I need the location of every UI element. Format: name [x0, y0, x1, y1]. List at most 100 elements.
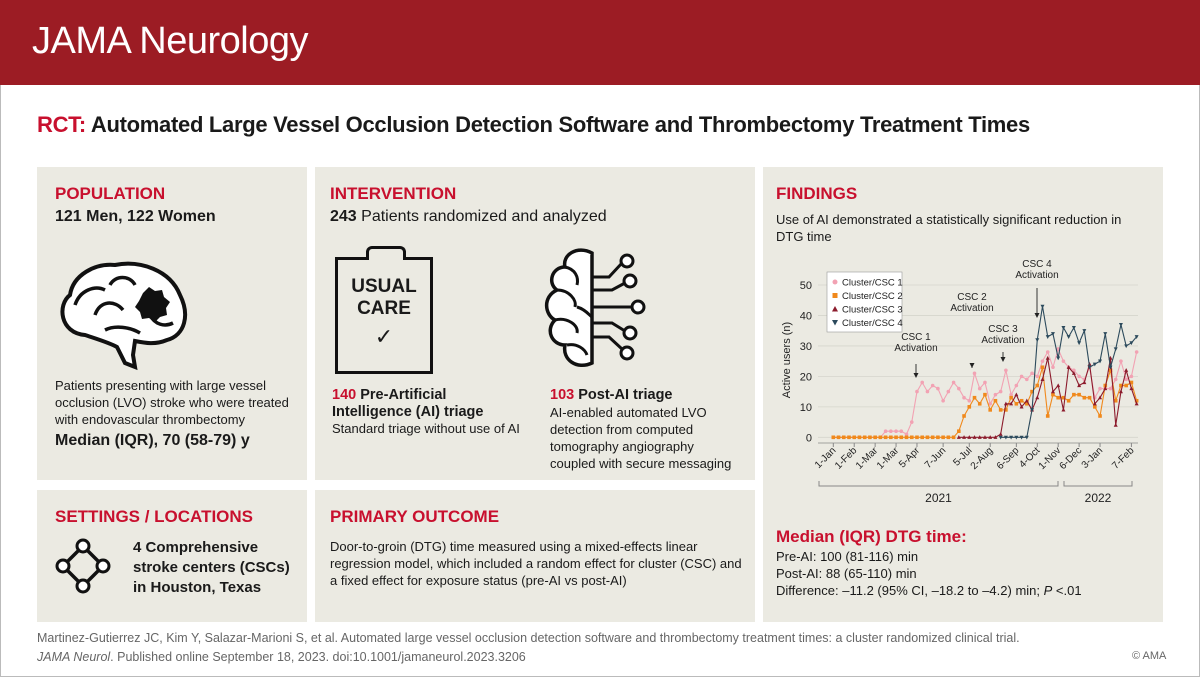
annotation-line1: CSC 1: [901, 332, 931, 343]
data-point: [1014, 383, 1019, 388]
data-point: [1082, 380, 1087, 385]
data-point: [977, 386, 982, 391]
data-point: [1051, 365, 1055, 370]
y-tick-label: 40: [800, 310, 812, 322]
annotation-arrowhead: [913, 373, 919, 378]
post-ai-count: 103: [550, 387, 575, 403]
data-point: [1040, 359, 1045, 363]
randomized-count: 243: [330, 208, 357, 225]
annotation-line1: CSC 2: [957, 292, 987, 303]
data-point: [1019, 398, 1024, 403]
data-point: [1066, 398, 1071, 403]
data-point: [998, 432, 1003, 436]
data-point: [915, 389, 919, 394]
data-point: [1124, 377, 1128, 382]
data-point: [1009, 395, 1013, 400]
brain-with-lesion-icon: [60, 261, 188, 371]
settings-heading: SETTINGS / LOCATIONS: [55, 507, 254, 526]
dtg-heading: Median (IQR) DTG time:: [776, 527, 967, 546]
title-main: Automated Large Vessel Occlusion Detecti…: [90, 112, 1030, 137]
year-bracket: [818, 481, 1059, 487]
x-tick-label: 2-Aug: [969, 445, 996, 472]
network-nodes-icon: [55, 538, 111, 594]
population-median-age: Median (IQR), 70 (58-79) y: [55, 432, 250, 449]
data-point: [836, 435, 841, 440]
difference-text: Difference: –11.2 (95% CI, –18.2 to –4.2…: [776, 583, 1044, 598]
data-point: [1035, 338, 1040, 343]
data-point: [1066, 335, 1071, 339]
data-point: [1098, 414, 1102, 418]
citation-journal: JAMA Neurol: [37, 650, 111, 664]
data-point: [909, 435, 914, 440]
x-tick-label: 6-Sep: [995, 445, 1022, 472]
data-point: [998, 408, 1003, 412]
data-point: [1082, 329, 1087, 333]
data-point: [868, 435, 872, 440]
data-point: [983, 380, 987, 385]
data-point: [1113, 377, 1118, 382]
legend-label: Cluster/CSC 4: [842, 318, 903, 329]
data-point: [1061, 407, 1066, 412]
data-point: [894, 429, 898, 434]
y-tick-label: 0: [806, 432, 812, 444]
data-point: [1077, 341, 1082, 346]
data-point: [983, 392, 987, 397]
page-title: RCT: Automated Large Vessel Occlusion De…: [37, 112, 1030, 138]
data-point: [1040, 365, 1045, 370]
data-point: [1087, 395, 1092, 400]
x-tick-label: 3-Jan: [1080, 445, 1105, 470]
annotation-arrowhead: [1000, 357, 1006, 362]
data-point: [1035, 374, 1040, 379]
data-point: [841, 435, 846, 440]
data-point: [1056, 383, 1061, 388]
pre-ai-count: 140: [332, 387, 357, 403]
data-point: [1098, 386, 1102, 391]
data-point: [1124, 383, 1128, 388]
data-point: [852, 435, 857, 440]
data-point: [909, 420, 914, 424]
data-point: [894, 435, 898, 440]
population-description: Patients presenting with large vessel oc…: [55, 378, 289, 427]
data-point: [1108, 386, 1113, 391]
x-tick-label: 5-Apr: [897, 445, 923, 471]
settings-panel: SETTINGS / LOCATIONS 4 Comprehensive str…: [37, 490, 307, 622]
population-sex: 121 Men, 122 Women: [55, 208, 216, 225]
findings-summary: Use of AI demonstrated a statistically s…: [776, 212, 1122, 244]
post-ai-description: AI-enabled automated LVO detection from …: [550, 405, 732, 471]
data-point: [1035, 383, 1040, 388]
data-point: [972, 371, 977, 376]
data-point: [873, 435, 877, 440]
outcome-text: Door-to-groin (DTG) time measured using …: [330, 539, 742, 588]
y-tick-label: 30: [800, 341, 812, 353]
data-point: [1061, 359, 1066, 363]
outcome-heading: PRIMARY OUTCOME: [330, 507, 500, 526]
data-point: [1014, 401, 1019, 406]
legend-marker: [832, 293, 838, 298]
data-point: [1113, 347, 1118, 352]
data-point: [998, 389, 1003, 394]
data-point: [883, 429, 888, 434]
p-symbol: P: [1043, 583, 1053, 598]
data-point: [1072, 392, 1076, 397]
usual-care-text-1: USUAL: [351, 276, 417, 297]
data-point: [946, 389, 951, 394]
data-point: [967, 405, 972, 409]
data-point: [988, 408, 992, 412]
y-tick-label: 50: [800, 280, 812, 292]
data-point: [1134, 350, 1139, 354]
y-tick-label: 20: [800, 371, 812, 383]
data-point: [915, 435, 919, 440]
x-tick-label: 7-Jun: [923, 445, 948, 470]
data-point: [1045, 414, 1050, 418]
annotation-line1: CSC 3: [988, 324, 1018, 335]
intervention-heading: INTERVENTION: [330, 184, 457, 203]
legend-marker: [832, 279, 838, 285]
data-point: [1030, 408, 1035, 413]
data-point: [977, 401, 982, 406]
data-point: [941, 435, 945, 440]
data-point: [1077, 392, 1081, 397]
data-point: [1019, 374, 1024, 379]
data-point: [962, 414, 966, 418]
data-point: [1113, 422, 1118, 427]
data-point: [957, 429, 961, 434]
